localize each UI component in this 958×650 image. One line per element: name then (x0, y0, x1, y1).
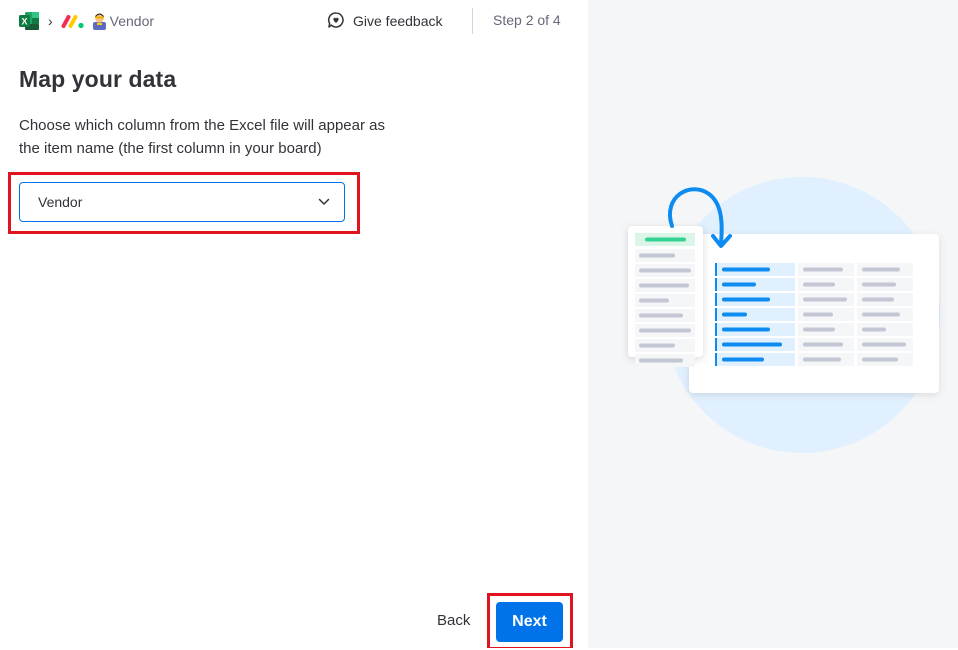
item-name-column-dropdown[interactable]: Vendor (19, 182, 345, 222)
board-row-bar (862, 342, 906, 347)
left-panel: X › Vendor Give feedback Step 2 of 4 Map… (0, 0, 588, 650)
board-row-bar (862, 327, 886, 332)
column-row-bar (639, 343, 675, 348)
board-card (689, 234, 939, 393)
feedback-icon (327, 11, 345, 32)
description-line-1: Choose which column from the Excel file … (19, 117, 385, 134)
board-row-bar (862, 297, 894, 302)
person-icon (91, 12, 108, 30)
board-row-marker (715, 323, 717, 336)
breadcrumb-current: Vendor (91, 12, 154, 30)
give-feedback-button[interactable]: Give feedback (327, 10, 443, 32)
illustration-panel (588, 0, 958, 648)
dropdown-selected-value: Vendor (38, 194, 83, 210)
board-row-blue-bar (722, 327, 770, 332)
board-row-blue-bar (722, 312, 747, 317)
board-row-marker (715, 338, 717, 351)
board-row-bar (803, 357, 841, 362)
header-divider (472, 8, 473, 34)
next-button[interactable]: Next (496, 602, 563, 642)
board-row-marker (715, 293, 717, 306)
board-row-blue-bar (722, 342, 782, 347)
board-row-blue-bar (722, 357, 764, 362)
board-row-blue-bar (722, 297, 770, 302)
column-row-bar (639, 268, 691, 273)
board-row-marker (715, 308, 717, 321)
monday-logo-icon (61, 13, 85, 29)
board-row-bar (862, 282, 896, 287)
excel-icon: X (18, 11, 40, 31)
board-row-blue-bar (722, 282, 756, 287)
board-row-bar (803, 297, 847, 302)
chevron-down-icon (318, 193, 330, 211)
column-row-bar (639, 283, 689, 288)
board-row-bar (803, 327, 835, 332)
green-header-bar (645, 237, 686, 242)
column-row-bar (639, 328, 691, 333)
description-line-2: the item name (the first column in your … (19, 140, 322, 157)
board-row-marker (715, 353, 717, 366)
breadcrumb: X › Vendor (18, 10, 154, 32)
board-row-bar (862, 267, 900, 272)
step-indicator: Step 2 of 4 (493, 12, 561, 28)
breadcrumb-label: Vendor (109, 13, 155, 29)
column-row-bar (639, 253, 675, 258)
board-row-bar (803, 267, 843, 272)
svg-text:X: X (21, 17, 27, 27)
board-row-bar (803, 342, 843, 347)
page-title: Map your data (19, 66, 177, 92)
board-row-blue-bar (722, 267, 770, 272)
column-row-bar (639, 298, 669, 303)
column-card (628, 226, 703, 367)
board-row-bar (803, 282, 835, 287)
page-description: Choose which column from the Excel file … (19, 114, 409, 160)
column-row-bar (639, 313, 683, 318)
board-row-marker (715, 263, 717, 276)
board-row-bar (862, 312, 900, 317)
import-wizard: X › Vendor Give feedback Step 2 of 4 Map… (0, 0, 958, 650)
feedback-label: Give feedback (353, 13, 443, 29)
back-button[interactable]: Back (437, 612, 470, 629)
column-row-bar (639, 358, 683, 363)
board-row-bar (803, 312, 833, 317)
board-row-bar (862, 357, 898, 362)
board-row-marker (715, 278, 717, 291)
breadcrumb-separator: › (48, 13, 53, 29)
mapping-illustration (628, 177, 940, 453)
